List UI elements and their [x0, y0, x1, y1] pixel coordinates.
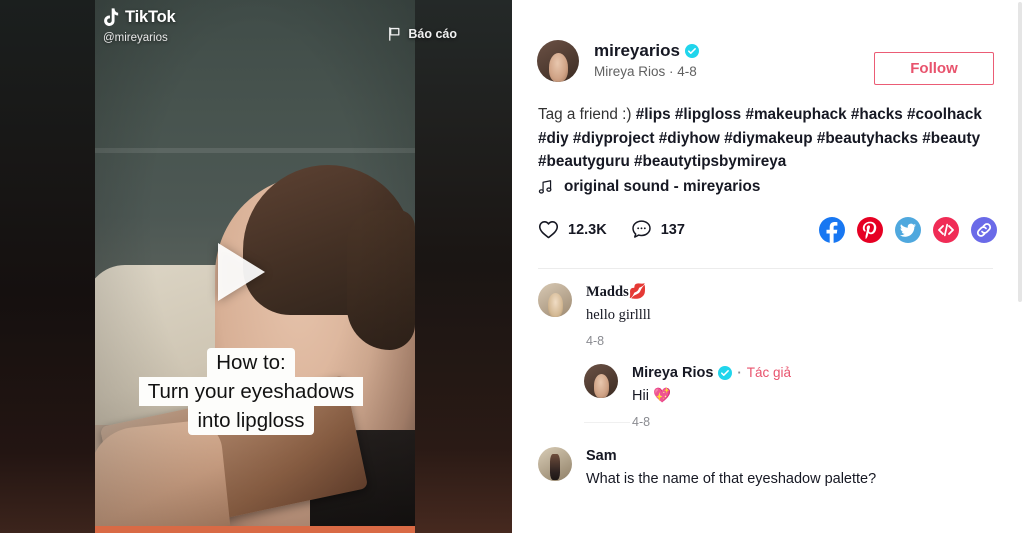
verified-badge-icon	[718, 366, 733, 381]
author-tag-label: Tác giả	[746, 364, 792, 380]
engagement-stats: 12.3K 137	[538, 219, 685, 240]
report-button[interactable]: Báo cáo	[388, 27, 457, 41]
video-caption-overlay: How to: Turn your eyeshadows into lipglo…	[138, 348, 364, 436]
video-progress-fill	[95, 526, 415, 533]
author-username-row[interactable]: mireyarios	[594, 41, 699, 61]
reply-author-name-row[interactable]: Mireya Rios · Tác giả	[632, 364, 791, 382]
comment-text: What is the name of that eyeshadow palet…	[586, 471, 877, 488]
video-info-pane: mireyarios Mireya Rios · 4-8 Follow Tag …	[512, 0, 1024, 533]
info-pane-scrollbar[interactable]	[1018, 2, 1022, 302]
comment-count: 137	[660, 221, 685, 238]
embed-code-icon[interactable]	[933, 217, 959, 243]
description-prefix: Tag a friend :)	[538, 106, 636, 123]
caption-line-2: Turn your eyeshadows	[138, 377, 364, 407]
commenter-avatar[interactable]	[538, 283, 572, 317]
reply-text: Hii 💖	[632, 388, 671, 405]
video-left-letterbox	[0, 0, 95, 533]
verified-badge-icon	[685, 44, 699, 59]
caption-line-1: How to:	[207, 348, 295, 378]
comment-bubble-icon	[631, 220, 651, 238]
comment-item: Madds💋 hello girllll 4-8	[538, 283, 1003, 348]
video-right-letterbox	[415, 0, 512, 533]
commenter-name[interactable]: Sam	[586, 447, 876, 465]
copy-link-icon[interactable]	[971, 217, 997, 243]
video-progress-bar[interactable]	[95, 526, 415, 533]
sound-label: original sound - mireyarios	[564, 178, 761, 195]
author-avatar[interactable]	[537, 40, 579, 82]
report-label: Báo cáo	[408, 27, 457, 41]
tiktok-video-page: TikTok @mireyarios Báo cáo How to: Turn …	[0, 0, 1024, 533]
share-buttons	[819, 217, 997, 243]
like-count: 12.3K	[568, 221, 607, 238]
music-note-icon	[538, 180, 552, 194]
twitter-share-icon[interactable]	[895, 217, 921, 243]
heart-icon	[538, 221, 559, 239]
reply-author-avatar[interactable]	[584, 363, 618, 398]
comment-reply-item: Mireya Rios · Tác giả Hii 💖 4-8	[584, 363, 1003, 429]
comment-body: Sam What is the name of that eyeshadow p…	[586, 447, 876, 489]
facebook-share-icon[interactable]	[819, 217, 845, 243]
reply-body: Mireya Rios · Tác giả Hii 💖 4-8	[632, 364, 791, 429]
comment-stat[interactable]: 137	[631, 219, 685, 240]
video-description: Tag a friend :) #lips #lipgloss #makeuph…	[538, 103, 993, 174]
tiktok-note-icon	[104, 8, 119, 26]
comments-list: Madds💋 hello girllll 4-8 Mireya Rios · T…	[538, 283, 1003, 505]
tiktok-wordmark: TikTok	[125, 8, 176, 26]
comment-text: hello girllll	[586, 307, 651, 324]
video-player-pane[interactable]: TikTok @mireyarios Báo cáo How to: Turn …	[0, 0, 512, 533]
author-text-block: mireyarios Mireya Rios · 4-8	[594, 40, 699, 79]
commenter-avatar[interactable]	[538, 446, 572, 481]
comment-body: Madds💋 hello girllll 4-8	[586, 283, 651, 348]
comment-item: Sam What is the name of that eyeshadow p…	[538, 446, 1003, 489]
sound-link[interactable]: original sound - mireyarios	[538, 178, 760, 196]
video-author-handle[interactable]: @mireyarios	[103, 32, 168, 44]
follow-button[interactable]: Follow	[874, 52, 994, 85]
commenter-name[interactable]: Madds💋	[586, 283, 651, 301]
author-username: mireyarios	[594, 41, 680, 60]
reply-author-name: Mireya Rios	[632, 364, 714, 381]
caption-line-3: into lipgloss	[188, 406, 314, 436]
tiktok-logo: TikTok	[103, 8, 176, 27]
reply-thread-line	[584, 421, 630, 423]
pinterest-share-icon[interactable]	[857, 217, 883, 243]
flag-icon	[389, 27, 400, 41]
play-button[interactable]	[218, 243, 265, 301]
comments-divider	[538, 268, 993, 269]
author-display-name-date: Mireya Rios · 4-8	[594, 64, 697, 80]
reply-date: 4-8	[632, 414, 651, 429]
comment-date: 4-8	[586, 333, 605, 348]
reply-separator-dot: ·	[737, 364, 742, 380]
like-stat[interactable]: 12.3K	[538, 219, 607, 240]
